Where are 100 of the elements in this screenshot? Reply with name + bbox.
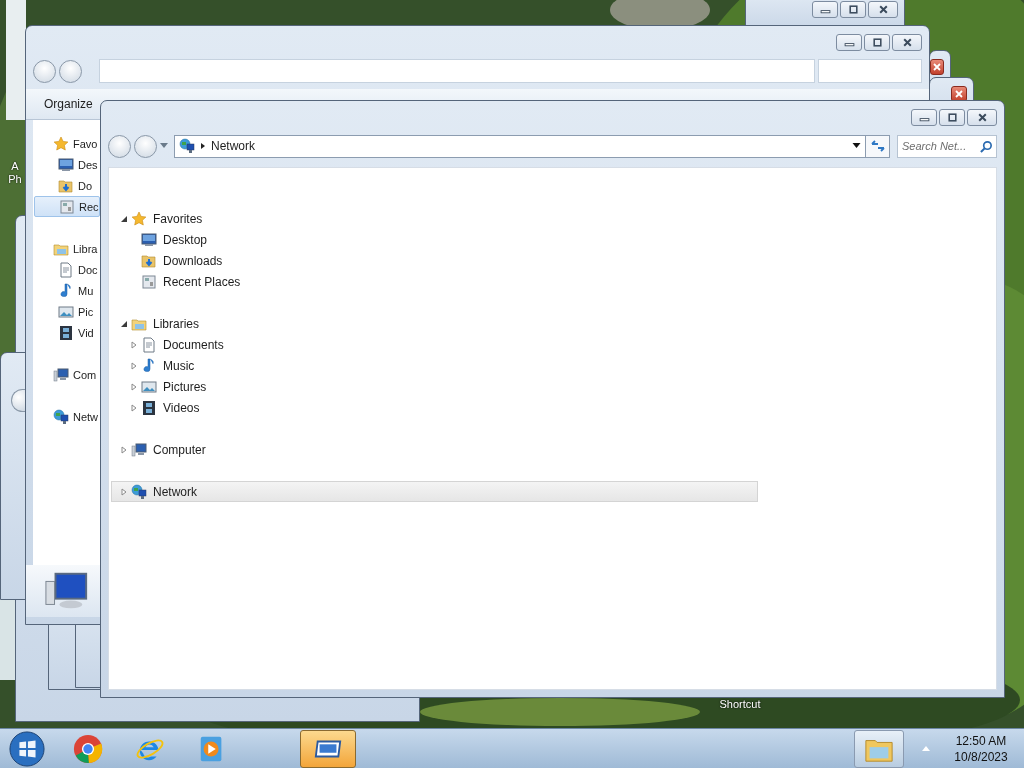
refresh-button[interactable] xyxy=(866,134,890,158)
dropdown-arrow-icon[interactable] xyxy=(852,143,861,149)
close-button[interactable] xyxy=(868,1,898,18)
search-icon[interactable] xyxy=(980,139,993,153)
windows-orb-icon xyxy=(9,730,45,767)
close-icon xyxy=(976,112,988,122)
document-icon xyxy=(141,336,157,353)
close-icon xyxy=(901,37,913,47)
minimize-button[interactable] xyxy=(812,1,838,18)
nav-tree-item[interactable]: Network xyxy=(111,481,758,502)
nav-item[interactable]: Pic xyxy=(34,301,100,322)
collapse-arrow-icon[interactable] xyxy=(120,319,128,328)
nav-tree-label: Computer xyxy=(153,442,206,457)
close-button[interactable] xyxy=(967,108,997,126)
star-icon xyxy=(131,210,147,227)
monitor-icon xyxy=(58,156,74,173)
collapse-arrow-icon[interactable] xyxy=(120,214,128,223)
maximize-icon xyxy=(946,112,958,122)
globe-monitor-icon xyxy=(131,483,147,500)
expand-arrow-icon[interactable] xyxy=(130,361,138,370)
folder-arrow-icon xyxy=(58,177,74,194)
film-icon xyxy=(141,399,157,416)
address-field[interactable]: Network xyxy=(174,134,866,158)
nav-tree-label: Downloads xyxy=(163,253,223,268)
nav-tree-item[interactable]: Videos xyxy=(111,397,758,418)
picture-icon xyxy=(141,378,157,395)
close-icon xyxy=(954,90,964,98)
close-button[interactable] xyxy=(930,59,944,75)
folder-arrow-icon xyxy=(141,252,157,269)
film-icon xyxy=(58,324,74,341)
desktop-icon-label[interactable]: Shortcut xyxy=(705,698,775,711)
nav-item[interactable]: Favo xyxy=(34,133,100,154)
nav-item[interactable]: Libra xyxy=(34,238,100,259)
nav-tree-label: Recent Places xyxy=(163,274,241,289)
minimize-button[interactable] xyxy=(836,33,862,51)
music-note-icon xyxy=(141,357,157,374)
nav-tree-item[interactable]: Downloads xyxy=(111,250,758,271)
expand-arrow-icon[interactable] xyxy=(120,487,128,496)
breadcrumb[interactable]: Network xyxy=(211,139,847,153)
nav-tree-item[interactable]: Favorites xyxy=(111,208,758,229)
minimize-button[interactable] xyxy=(911,108,937,126)
nav-tree-item[interactable]: Music xyxy=(111,355,758,376)
monitor-icon xyxy=(141,231,157,248)
globe-monitor-icon xyxy=(53,408,69,425)
back-button[interactable] xyxy=(108,134,131,158)
document-icon xyxy=(58,261,74,278)
nav-tree-item[interactable]: Pictures xyxy=(111,376,758,397)
nav-item[interactable]: Netw xyxy=(34,406,100,427)
nav-tree-item[interactable]: Desktop xyxy=(111,229,758,250)
back-button[interactable] xyxy=(33,59,56,83)
browser-icon xyxy=(73,733,103,764)
chevron-icon[interactable] xyxy=(200,142,206,150)
places-icon xyxy=(59,198,75,215)
nav-tree-item[interactable]: Computer xyxy=(111,439,758,460)
start-button[interactable] xyxy=(6,729,48,768)
places-icon xyxy=(141,273,157,290)
nav-item[interactable]: Des xyxy=(34,154,100,175)
expand-arrow-icon[interactable] xyxy=(130,340,138,349)
maximize-button[interactable] xyxy=(864,33,890,51)
computer-icon xyxy=(44,571,90,611)
address-field[interactable] xyxy=(99,59,815,83)
refresh-icon xyxy=(869,139,886,153)
nav-item[interactable]: Mu xyxy=(34,280,100,301)
nav-tree-label: Videos xyxy=(163,400,200,415)
desktop-icon-label[interactable]: A Ph xyxy=(6,160,24,186)
nav-tree-item[interactable]: Documents xyxy=(111,334,758,355)
music-note-icon xyxy=(58,282,74,299)
close-icon xyxy=(932,63,942,71)
taskbar-button[interactable] xyxy=(300,729,356,768)
star-icon xyxy=(53,135,69,152)
nav-tree-label: Documents xyxy=(163,337,224,352)
expand-arrow-icon[interactable] xyxy=(130,382,138,391)
maximize-button[interactable] xyxy=(840,1,866,18)
nav-tree-item[interactable]: Recent Places xyxy=(111,271,758,292)
picture-icon xyxy=(58,303,74,320)
maximize-icon xyxy=(847,5,859,14)
forward-button[interactable] xyxy=(59,59,82,83)
clock[interactable]: 12:50 AM 10/8/2023 xyxy=(946,732,1016,765)
computer-icon xyxy=(131,441,147,458)
toolbar-button[interactable]: Organize xyxy=(44,95,93,113)
nav-tree-label: Network xyxy=(153,484,197,499)
nav-tree-label: Libraries xyxy=(153,316,200,331)
search-field[interactable] xyxy=(818,59,922,83)
nav-tree-item[interactable]: Libraries xyxy=(111,313,758,334)
expand-arrow-icon[interactable] xyxy=(130,403,138,412)
close-button[interactable] xyxy=(892,33,922,51)
search-field[interactable]: Search Net... xyxy=(897,134,997,158)
nav-item[interactable]: Rec xyxy=(34,196,100,217)
close-icon xyxy=(877,5,889,14)
nav-tree-label: Favorites xyxy=(153,211,203,226)
nav-item[interactable]: Doc xyxy=(34,259,100,280)
nav-item[interactable]: Do xyxy=(34,175,100,196)
maximize-button[interactable] xyxy=(939,108,965,126)
nav-item[interactable]: Com xyxy=(34,364,100,385)
nav-tree-label: Music xyxy=(163,358,195,373)
back-button[interactable] xyxy=(11,389,25,412)
maximize-icon xyxy=(871,37,883,47)
nav-item[interactable]: Vid xyxy=(34,322,100,343)
expand-arrow-icon[interactable] xyxy=(120,445,128,454)
forward-button[interactable] xyxy=(134,134,157,158)
